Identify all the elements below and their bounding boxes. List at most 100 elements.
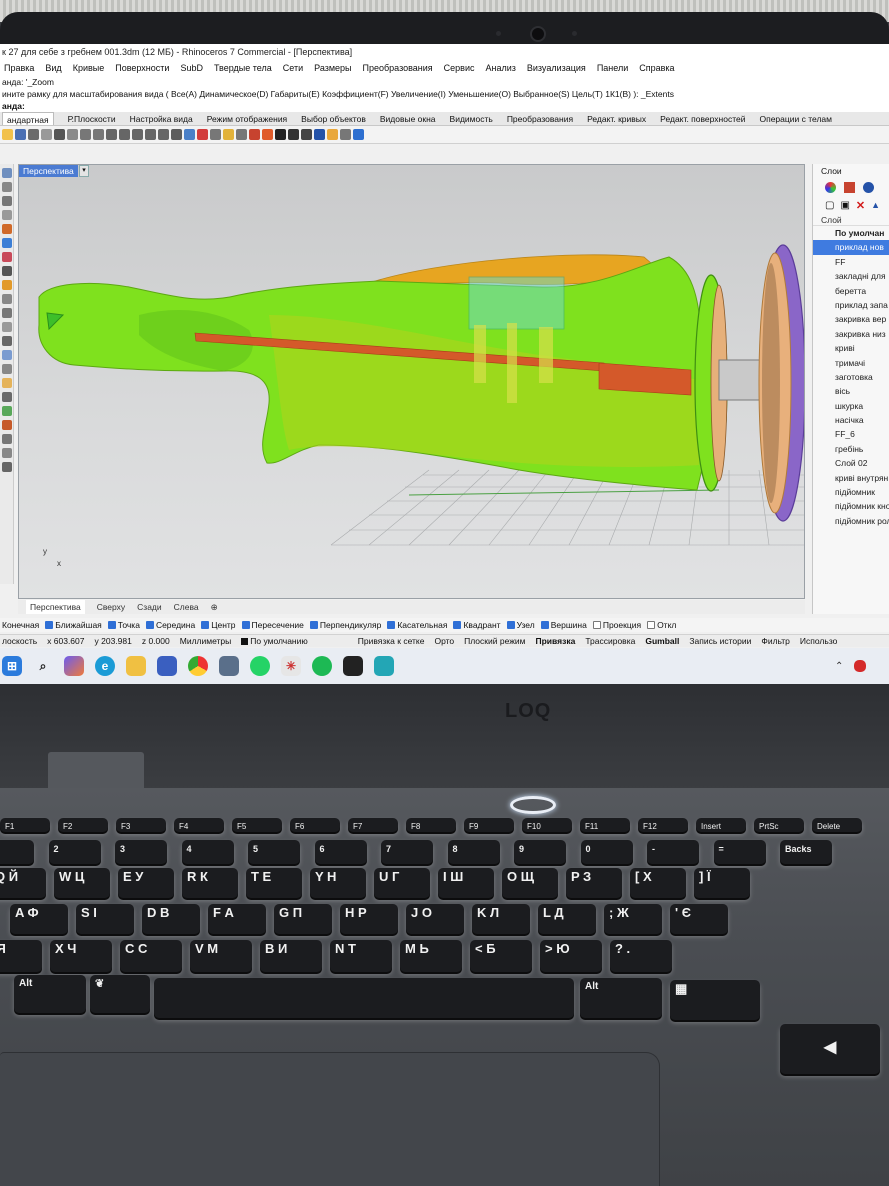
copy-icon[interactable] <box>41 129 52 140</box>
tab-curve-tools[interactable]: Редакт. кривых <box>587 112 646 125</box>
circle-tool-icon[interactable] <box>2 224 12 234</box>
keyboard-key[interactable]: 6 <box>314 840 367 864</box>
tab-visibility[interactable]: Видимость <box>450 112 493 125</box>
keyboard-key[interactable]: C С <box>120 940 182 972</box>
menu-item-surfaces[interactable]: Поверхности <box>115 60 169 76</box>
search-icon[interactable]: ⌕ <box>33 656 53 676</box>
windows-start-icon[interactable]: ⊞ <box>2 656 22 676</box>
delete-layer-icon[interactable]: ✕ <box>856 199 865 212</box>
keyboard-key[interactable]: Z Я <box>0 940 42 972</box>
keyboard-key[interactable]: < Б <box>470 940 532 972</box>
layer-row[interactable]: приклад нов <box>813 240 889 255</box>
tab-perspective[interactable]: Перспектива <box>26 600 85 614</box>
keyboard-key[interactable]: R К <box>182 868 238 898</box>
fillet-tool-icon[interactable] <box>2 308 12 318</box>
polyline-tool-icon[interactable] <box>2 196 12 206</box>
undo-view-icon[interactable] <box>171 129 182 140</box>
keyboard-key[interactable]: 2 <box>48 840 101 864</box>
zoom-icon[interactable] <box>119 129 130 140</box>
four-view-icon[interactable] <box>184 129 195 140</box>
edge-icon[interactable]: e <box>95 656 115 676</box>
new-sublayer-icon[interactable]: ▣ <box>840 200 849 211</box>
point-tool-icon[interactable] <box>2 168 12 178</box>
keyboard-key[interactable]: 5 <box>248 840 300 864</box>
move-tool-icon[interactable] <box>2 378 12 388</box>
layer-row[interactable]: криві <box>813 341 889 355</box>
perspective-viewport[interactable]: Перспектива ▾ y x <box>18 164 805 599</box>
menu-item-curves[interactable]: Кривые <box>73 60 105 76</box>
menu-item-meshes[interactable]: Сети <box>283 60 303 76</box>
keyboard-key[interactable]: N Т <box>330 940 392 972</box>
keyboard-key[interactable]: 8 <box>447 840 500 864</box>
rotate-view-icon[interactable] <box>106 129 117 140</box>
light-icon[interactable] <box>223 129 234 140</box>
layer-row[interactable]: закладні для <box>813 269 889 283</box>
keyboard-key[interactable]: M Ь <box>400 940 462 972</box>
key-alt-left[interactable]: Alt <box>14 975 86 1013</box>
options-icon[interactable] <box>327 129 338 140</box>
command-prompt[interactable]: анда: <box>0 100 889 112</box>
layers-tab-icon[interactable] <box>844 181 855 193</box>
tab-select[interactable]: Выбор объектов <box>301 112 366 125</box>
notepad-icon[interactable] <box>374 656 394 676</box>
keyboard-key[interactable]: F1 <box>0 818 50 832</box>
rectangle-tool-icon[interactable] <box>2 238 12 248</box>
osnap-item[interactable]: Точка <box>107 620 140 630</box>
viewport-title[interactable]: Перспектива <box>19 165 78 177</box>
tray-app-icon[interactable] <box>854 660 867 672</box>
pan-icon[interactable] <box>93 129 104 140</box>
checkbox-checked-icon[interactable] <box>506 621 515 629</box>
checkbox-checked-icon[interactable] <box>145 621 154 629</box>
osnap-item[interactable]: Пересечение <box>241 620 304 630</box>
rhino-app-icon[interactable] <box>343 656 363 676</box>
key-space[interactable] <box>154 978 574 1018</box>
layer-row[interactable]: FF <box>813 255 889 269</box>
osnap-toggle[interactable]: Привязка <box>536 636 576 646</box>
keyboard-key[interactable]: F6 <box>290 818 340 832</box>
new-layer-icon[interactable]: ▢ <box>825 200 834 211</box>
dimension-tool-icon[interactable] <box>2 448 12 458</box>
keyboard-key[interactable]: F А <box>208 904 266 934</box>
smarttrack-toggle[interactable]: Трассировка <box>585 636 635 646</box>
layer-row[interactable]: тримачі <box>813 356 889 370</box>
keyboard-key[interactable]: Delete <box>812 818 862 832</box>
key-arrow-left[interactable]: ◀ <box>780 1024 880 1074</box>
layer-row[interactable]: підйомник рол <box>813 514 889 528</box>
chevron-down-icon[interactable]: ▾ <box>79 165 89 177</box>
keyboard-key[interactable]: 1 <box>0 840 34 864</box>
layer-row[interactable]: криві внутрян <box>813 471 889 485</box>
checkbox-checked-icon[interactable] <box>241 621 250 629</box>
keyboard-key[interactable]: J О <box>406 904 464 934</box>
tab-left[interactable]: Слева <box>174 600 199 614</box>
keyboard-key[interactable]: A Ф <box>10 904 68 934</box>
keyboard-key[interactable]: Q Й <box>0 868 46 898</box>
explode-tool-icon[interactable] <box>2 364 12 374</box>
key-alt-right[interactable]: Alt <box>580 978 662 1018</box>
surface-tool-icon[interactable] <box>2 252 12 262</box>
render-icon[interactable] <box>262 129 273 140</box>
add-viewport-icon[interactable]: ⊕ <box>211 600 218 614</box>
menu-item-panels[interactable]: Панели <box>597 60 628 76</box>
calculator-icon[interactable] <box>219 656 239 676</box>
paste-icon[interactable] <box>67 129 78 140</box>
zoom-window-icon[interactable] <box>132 129 143 140</box>
keyboard-key[interactable]: K Л <box>472 904 530 934</box>
layer-row[interactable]: закривка низ <box>813 327 889 341</box>
keyboard-key[interactable]: Backs <box>780 840 832 864</box>
tray-chevron-icon[interactable]: ⌃ <box>835 661 843 672</box>
slack-icon[interactable]: ✳ <box>281 656 301 676</box>
ghosted-icon[interactable] <box>301 129 312 140</box>
tab-transform[interactable]: Преобразования <box>507 112 573 125</box>
ortho-toggle[interactable]: Орто <box>434 636 454 646</box>
new-file-icon[interactable] <box>2 129 13 140</box>
checkbox-empty-icon[interactable] <box>592 621 601 629</box>
keyboard-key[interactable]: D В <box>142 904 200 934</box>
keyboard-key[interactable]: ? . <box>610 940 672 972</box>
chrome-icon[interactable] <box>188 656 208 676</box>
keyboard-key[interactable]: E У <box>118 868 174 898</box>
undo-icon[interactable] <box>80 129 91 140</box>
scale-tool-icon[interactable] <box>2 420 12 430</box>
keyboard-key[interactable]: P З <box>566 868 622 898</box>
touchpad[interactable] <box>0 1052 660 1186</box>
keyboard-key[interactable]: F5 <box>232 818 282 832</box>
